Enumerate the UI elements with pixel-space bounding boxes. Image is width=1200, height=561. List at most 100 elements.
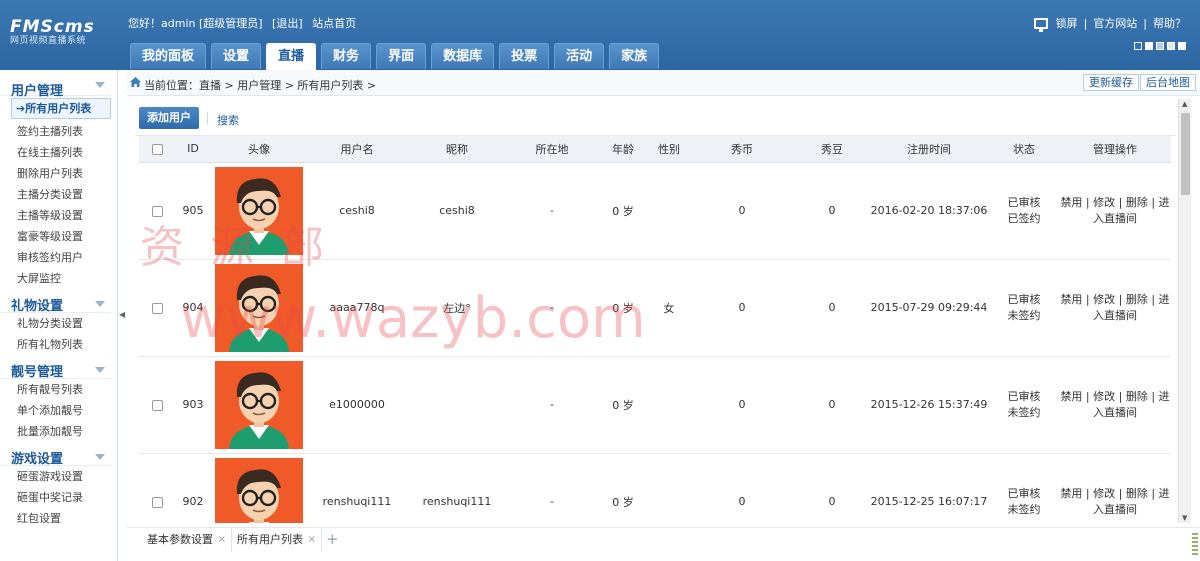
skin-swatch[interactable] <box>1167 42 1175 50</box>
skin-swatch[interactable] <box>1156 42 1164 50</box>
close-icon[interactable]: × <box>218 528 226 552</box>
nav-tab[interactable]: 投票 <box>499 43 550 69</box>
close-icon[interactable]: × <box>308 528 316 552</box>
cell-id: 904 <box>175 259 211 357</box>
sidebar-section-header[interactable]: 靓号管理 <box>0 355 111 380</box>
sidebar-item[interactable]: 在线主播列表 <box>0 142 117 163</box>
nav-tab[interactable]: 家族 <box>609 43 660 69</box>
search-link[interactable]: 搜索 <box>217 112 239 128</box>
refresh-cache-button[interactable]: 更新缓存 <box>1083 74 1139 91</box>
sidebar-item[interactable]: 主播等级设置 <box>0 205 117 226</box>
column-header: 秀币 <box>689 136 795 163</box>
table-row[interactable]: 902 renshuqi111 renshuqi111-0 岁 0 0 2015-12-2… <box>139 453 1171 523</box>
edit-link[interactable]: 修改 <box>1093 196 1115 209</box>
skin-swatch[interactable] <box>1134 42 1142 50</box>
cell-location: - <box>507 259 597 357</box>
enter-room-link[interactable]: 进 <box>1159 390 1170 403</box>
lock-screen-link[interactable]: 锁屏 <box>1056 15 1078 31</box>
bottom-tab[interactable]: 基本参数设置 × <box>137 528 232 552</box>
sidebar-item[interactable]: 单个添加靓号 <box>0 400 117 421</box>
add-user-button[interactable]: 添加用户 <box>139 107 199 129</box>
enter-room-link[interactable]: 入直播间 <box>1093 212 1137 225</box>
enter-room-link[interactable]: 进 <box>1159 293 1170 306</box>
chevron-down-icon[interactable] <box>95 367 105 373</box>
table-header-row: ID 头像 用户名 昵称 所在地 年龄 性别 秀币 秀豆 注册时间 状态 管理操作 <box>139 136 1171 163</box>
delete-link[interactable]: 删除 <box>1126 487 1148 500</box>
delete-link[interactable]: 删除 <box>1126 196 1148 209</box>
delete-link[interactable]: 删除 <box>1126 390 1148 403</box>
skin-swatch[interactable] <box>1178 42 1186 50</box>
bottom-tab[interactable]: 所有用户列表 × <box>227 528 322 552</box>
skin-swatch[interactable] <box>1145 42 1153 50</box>
nav-tab[interactable]: 财务 <box>321 43 372 69</box>
chevron-down-icon[interactable] <box>95 301 105 307</box>
table-row[interactable]: 905 ceshi8 ceshi8-0 岁 0 0 2016-02-20 18:37:06… <box>139 162 1171 260</box>
site-map-button[interactable]: 后台地图 <box>1140 74 1196 91</box>
table-row[interactable]: 904 aaaa778q 左边° -0 岁女 0 0 2015-07-29 09:29:44… <box>139 259 1171 357</box>
enter-room-link[interactable]: 入直播间 <box>1093 406 1137 419</box>
scroll-down-icon[interactable]: ▼ <box>1182 514 1187 522</box>
logout-link[interactable]: [退出] <box>272 17 303 30</box>
sidebar-item[interactable]: 批量添加靓号 <box>0 421 117 442</box>
row-checkbox[interactable] <box>151 302 163 314</box>
ban-link[interactable]: 禁用 <box>1060 390 1082 403</box>
select-all-checkbox[interactable] <box>151 143 163 155</box>
vertical-scrollbar[interactable]: ▲ ▼ <box>1178 99 1191 523</box>
collapse-arrow-icon[interactable]: ◀ <box>119 308 127 322</box>
sidebar-item[interactable]: ➔所有用户列表 <box>11 98 111 119</box>
column-header: 注册时间 <box>869 136 989 163</box>
sidebar-item[interactable]: 砸蛋中奖记录 <box>0 487 117 508</box>
ban-link[interactable]: 禁用 <box>1060 487 1082 500</box>
sidebar-item[interactable]: 删除用户列表 <box>0 163 117 184</box>
row-checkbox[interactable] <box>151 205 163 217</box>
divider: | <box>1115 292 1126 306</box>
enter-room-link[interactable]: 进 <box>1159 487 1170 500</box>
site-home-link[interactable]: 站点首页 <box>312 17 356 30</box>
enter-room-link[interactable]: 入直播间 <box>1093 503 1137 516</box>
official-site-link[interactable]: 官方网站 <box>1093 15 1137 31</box>
sidebar-item[interactable]: 礼物分类设置 <box>0 313 117 334</box>
enter-room-link[interactable]: 入直播间 <box>1093 309 1137 322</box>
edit-link[interactable]: 修改 <box>1093 390 1115 403</box>
scroll-up-icon[interactable]: ▲ <box>1182 100 1187 108</box>
nav-tab[interactable]: 直播 <box>266 43 317 70</box>
sidebar-item[interactable]: 审核签约用户 <box>0 247 117 268</box>
cell-coins: 0 <box>689 453 795 523</box>
nav-tab[interactable]: 我的面板 <box>130 43 207 69</box>
cell-id: 902 <box>175 453 211 523</box>
edit-link[interactable]: 修改 <box>1093 487 1115 500</box>
nav-tab[interactable]: 数据库 <box>431 43 495 69</box>
sidebar-item[interactable]: 富豪等级设置 <box>0 226 117 247</box>
bottom-tab-bar: + 基本参数设置 × 所有用户列表 × <box>127 527 1200 561</box>
sidebar-section-header[interactable]: 用户管理 <box>0 70 111 99</box>
row-checkbox[interactable] <box>151 399 163 411</box>
nav-tab[interactable]: 设置 <box>211 43 262 69</box>
scrollbar-thumb[interactable] <box>1181 113 1190 195</box>
plus-icon[interactable]: + <box>326 530 339 548</box>
top-right-links: 锁屏 | 官方网站 | 帮助？ <box>1033 15 1186 32</box>
sidebar-section-header[interactable]: 游戏设置 <box>0 442 111 467</box>
skin-switcher <box>1134 42 1186 50</box>
ban-link[interactable]: 禁用 <box>1060 196 1082 209</box>
nav-tab[interactable]: 活动 <box>554 43 605 69</box>
sidebar-item[interactable]: 所有礼物列表 <box>0 334 117 355</box>
status-sign: 已签约 <box>1007 211 1041 225</box>
edit-link[interactable]: 修改 <box>1093 293 1115 306</box>
table-row[interactable]: 903 e1000000-0 岁 0 0 2015-12-26 15:37:49 已审核未… <box>139 356 1171 454</box>
help-link[interactable]: 帮助？ <box>1153 15 1186 31</box>
sidebar-item[interactable]: 红包设置 <box>0 508 117 529</box>
chevron-down-icon[interactable] <box>95 454 105 460</box>
sidebar-item[interactable]: 砸蛋游戏设置 <box>0 466 117 487</box>
ban-link[interactable]: 禁用 <box>1060 293 1082 306</box>
nav-tab[interactable]: 界面 <box>376 43 427 69</box>
sidebar-item[interactable]: 大屏监控 <box>0 268 117 289</box>
enter-room-link[interactable]: 进 <box>1159 196 1170 209</box>
sidebar-item[interactable]: 签约主播列表 <box>0 121 117 142</box>
delete-link[interactable]: 删除 <box>1126 293 1148 306</box>
sidebar-item[interactable]: 所有靓号列表 <box>0 379 117 400</box>
row-checkbox[interactable] <box>151 496 163 508</box>
sidebar-section-header[interactable]: 礼物设置 <box>0 289 111 314</box>
chevron-down-icon[interactable] <box>95 82 105 88</box>
sidebar-item[interactable]: 主播分类设置 <box>0 184 117 205</box>
resize-grip-icon[interactable] <box>1192 533 1198 557</box>
